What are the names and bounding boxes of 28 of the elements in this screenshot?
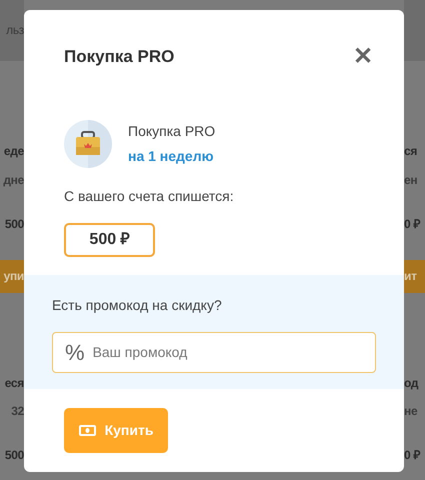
modal-title: Покупка PRO	[64, 46, 174, 68]
promo-label: Есть промокод на скидку?	[52, 296, 223, 315]
briefcase-icon	[64, 120, 112, 168]
charge-label: С вашего счета спишется:	[64, 186, 235, 206]
header-bar	[404, 0, 425, 61]
plan-title: од	[404, 374, 418, 392]
plan-price: 500	[4, 216, 24, 233]
buy-button[interactable]: упи	[0, 260, 24, 293]
percent-text: %	[65, 338, 85, 366]
banknote-icon	[78, 424, 96, 436]
plan-title: еде	[4, 142, 24, 160]
plan-title: ся	[404, 142, 418, 160]
plan-price: 0 ₽	[404, 447, 420, 464]
close-button[interactable]: ✕	[353, 44, 373, 69]
plan-price: 500	[4, 447, 24, 464]
promo-field[interactable]: % Ваш промокод	[52, 332, 376, 372]
product-period: на 1 неделю	[128, 146, 215, 166]
buy-button[interactable]: Купить	[64, 408, 168, 452]
plan-duration: дне	[3, 172, 24, 189]
plan-price: 0 ₽	[404, 216, 420, 233]
promo-code-input[interactable]: Ваш промокод	[92, 342, 363, 362]
plan-duration: 32	[11, 403, 24, 420]
plan-duration: не	[404, 403, 418, 420]
product-name: Покупка PRO	[128, 122, 216, 141]
buy-button[interactable]: ит	[404, 260, 425, 293]
amount-value: 500 ₽	[64, 222, 155, 256]
plan-title: еся	[4, 374, 24, 392]
plan-duration: ен	[404, 172, 418, 189]
